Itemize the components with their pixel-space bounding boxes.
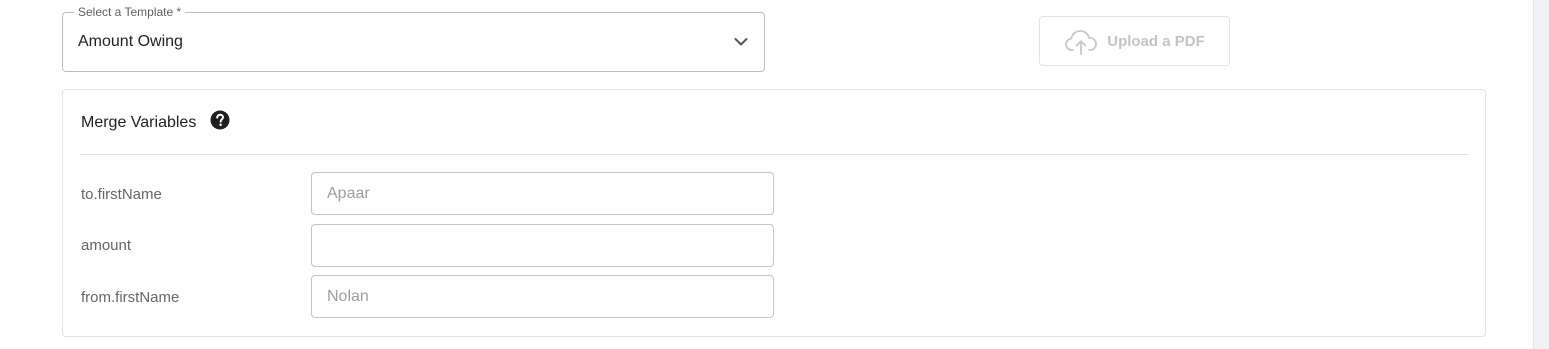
merge-variables-card: Merge Variables to.firstName amount from…	[62, 89, 1486, 337]
variable-label-from-firstname: from.firstName	[81, 289, 180, 306]
variable-label-to-firstname: to.firstName	[81, 186, 162, 203]
merge-variables-title: Merge Variables	[81, 114, 197, 131]
help-circle-icon[interactable]	[210, 110, 230, 130]
upload-pdf-label: Upload a PDF	[1107, 32, 1205, 50]
variable-label-amount: amount	[81, 237, 132, 254]
amount-input[interactable]	[311, 224, 774, 267]
to-firstname-input[interactable]	[311, 172, 774, 215]
cloud-upload-icon	[1065, 30, 1098, 55]
page-gutter	[1533, 0, 1549, 349]
chevron-down-icon[interactable]	[732, 33, 750, 51]
from-firstname-input[interactable]	[311, 275, 774, 318]
template-select[interactable]: Select a Template * Amount Owing	[62, 5, 765, 72]
card-divider	[80, 154, 1468, 155]
template-select-value: Amount Owing	[78, 33, 183, 50]
main-panel: Select a Template * Amount Owing Upload …	[0, 0, 1533, 349]
template-select-label: Select a Template *	[74, 5, 186, 19]
upload-pdf-button[interactable]: Upload a PDF	[1039, 16, 1230, 66]
